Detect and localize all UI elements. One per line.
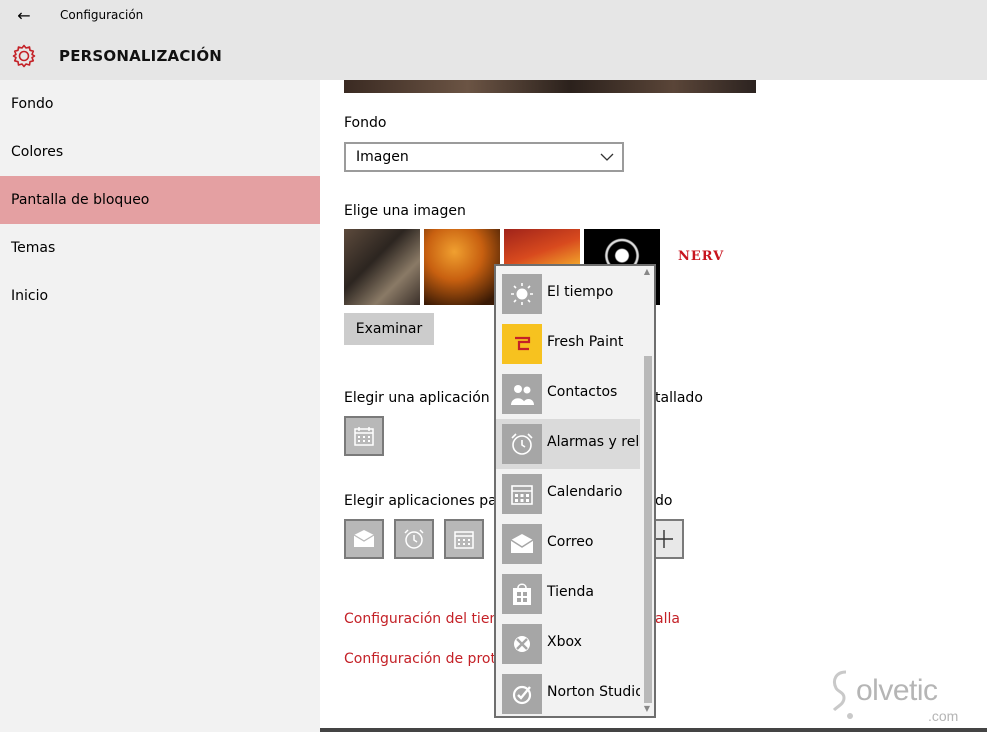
background-select-value: Imagen [356, 149, 409, 165]
sun-icon [502, 274, 542, 314]
app-option-tienda[interactable]: Tienda [496, 569, 642, 619]
watermark-text: olvetic [856, 674, 938, 707]
app-option-contactos[interactable]: Contactos [496, 369, 642, 419]
quick-app-mail-button[interactable] [344, 519, 384, 559]
app-option-label: Tienda [547, 584, 594, 600]
sidebar-item-temas[interactable]: Temas [0, 224, 320, 272]
app-option-calendario[interactable]: Calendario [496, 469, 642, 519]
lock-screen-preview [344, 80, 756, 93]
scrollbar-thumb[interactable] [644, 356, 652, 703]
window-title: Configuración [60, 8, 144, 22]
nerv-logo: NERV [678, 249, 725, 264]
store-icon [502, 574, 542, 614]
calendar-icon [454, 531, 474, 549]
background-select[interactable]: Imagen [344, 142, 624, 172]
taskbar-edge [320, 728, 987, 732]
app-option-el-tiempo[interactable]: El tiempo [496, 269, 642, 319]
app-option-alarmas-y-reloj[interactable]: Alarmas y reloj [496, 419, 652, 469]
people-icon [502, 374, 542, 414]
chevron-down-icon [600, 153, 614, 161]
quick-app-calendar-button[interactable] [444, 519, 484, 559]
scroll-down-icon[interactable]: ▼ [642, 704, 652, 714]
app-picker-flyout: El tiempo Fresh Paint Contactos Alarmas … [494, 264, 656, 718]
page-title: PERSONALIZACIÓN [59, 47, 223, 65]
norton-icon [502, 674, 542, 714]
app-option-label: Xbox [547, 634, 582, 650]
app-option-label: Fresh Paint [547, 334, 624, 350]
title-bar: ← Configuración PERSONALIZACIÓN [0, 0, 987, 80]
scroll-up-icon[interactable]: ▲ [642, 267, 652, 277]
app-option-label: Correo [547, 534, 594, 550]
app-option-correo[interactable]: Correo [496, 519, 642, 569]
screensaver-settings-link[interactable]: Configuración de prote [344, 651, 505, 667]
choose-image-label: Elige una imagen [344, 203, 466, 219]
fresh-paint-icon [502, 324, 542, 364]
alarm-clock-icon [502, 424, 542, 464]
detailed-status-app-button[interactable] [344, 416, 384, 456]
sidebar-item-pantalla-de-bloqueo[interactable]: Pantalla de bloqueo [0, 176, 320, 224]
app-option-xbox[interactable]: Xbox [496, 619, 642, 669]
screen-timeout-settings-link[interactable]: Configuración del tiem [344, 611, 503, 627]
detailed-status-app-label: Elegir una aplicación pa [344, 390, 512, 406]
alarm-clock-icon [404, 529, 424, 549]
background-label: Fondo [344, 115, 387, 131]
app-option-norton-studio[interactable]: Norton Studio [496, 669, 644, 716]
mail-icon [353, 530, 375, 547]
quick-app-alarm-button[interactable] [394, 519, 434, 559]
browse-button[interactable]: Examinar [344, 313, 434, 345]
sidebar-item-fondo[interactable]: Fondo [0, 80, 320, 128]
app-option-label: El tiempo [547, 284, 614, 300]
mail-icon [502, 524, 542, 564]
calendar-icon [354, 427, 374, 446]
scrollbar[interactable]: ▲ ▼ [640, 266, 654, 716]
calendar-icon [502, 474, 542, 514]
app-option-fresh-paint[interactable]: Fresh Paint [496, 319, 642, 369]
gear-icon [12, 44, 36, 68]
sidebar-item-colores[interactable]: Colores [0, 128, 320, 176]
sidebar: Fondo Colores Pantalla de bloqueo Temas … [0, 80, 320, 732]
quick-status-apps-label: Elegir aplicaciones para [344, 493, 512, 509]
solvetic-watermark: olvetic .com [828, 668, 958, 728]
app-option-label: Contactos [547, 384, 618, 400]
screen-timeout-settings-link-tail[interactable]: alla [655, 611, 680, 627]
detailed-status-app-label-tail: tallado [655, 390, 703, 406]
back-button[interactable]: ← [12, 5, 36, 27]
xbox-icon [502, 624, 542, 664]
sidebar-item-inicio[interactable]: Inicio [0, 272, 320, 320]
image-thumbnail-5[interactable]: NERV [676, 248, 725, 284]
app-option-label: Alarmas y reloj [547, 434, 652, 450]
app-option-label: Norton Studio [547, 684, 644, 700]
image-thumbnail-2[interactable] [424, 229, 500, 305]
quick-status-apps-label-tail: do [655, 493, 673, 509]
app-option-label: Calendario [547, 484, 623, 500]
image-thumbnail-1[interactable] [344, 229, 420, 305]
watermark-domain: .com [928, 708, 959, 724]
